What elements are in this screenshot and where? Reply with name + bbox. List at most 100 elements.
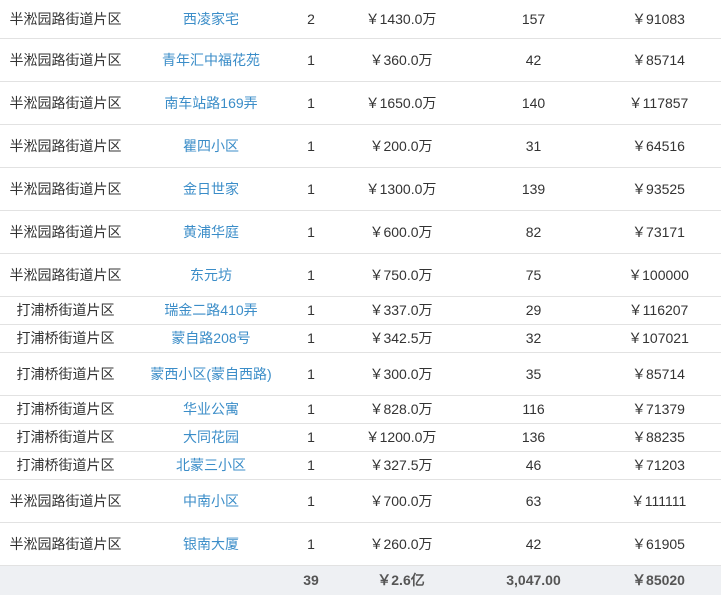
totals-unit-price: ￥85020 [596,565,721,595]
unit-price-cell: ￥107021 [596,324,721,353]
district-cell: 半淞园路街道片区 [0,522,131,566]
community-link[interactable]: 华业公寓 [183,401,239,417]
community-link[interactable]: 西凌家宅 [183,11,239,27]
listing-count-cell: 1 [291,522,331,566]
table-row: 打浦桥街道片区 蒙西小区(蒙自西路) 1 ￥300.0万 35 ￥85714 [0,352,721,396]
table-row: 打浦桥街道片区 蒙自路208号 1 ￥342.5万 32 ￥107021 [0,324,721,353]
community-link[interactable]: 蒙自路208号 [171,330,250,346]
community-name-cell: 黄浦华庭 [131,210,291,254]
unit-price-cell: ￥116207 [596,296,721,325]
community-name-cell: 中南小区 [131,479,291,523]
district-cell: 打浦桥街道片区 [0,296,131,325]
district-cell: 半淞园路街道片区 [0,210,131,254]
district-cell: 打浦桥街道片区 [0,395,131,424]
total-price-cell: ￥1430.0万 [331,0,471,39]
listing-count-cell: 1 [291,296,331,325]
table-row: 打浦桥街道片区 北蒙三小区 1 ￥327.5万 46 ￥71203 [0,451,721,480]
table-row: 打浦桥街道片区 华业公寓 1 ￥828.0万 116 ￥71379 [0,395,721,424]
community-link[interactable]: 金日世家 [183,181,239,197]
community-name-cell: 蒙西小区(蒙自西路) [131,352,291,396]
area-cell: 35 [471,352,596,396]
unit-price-cell: ￥71203 [596,451,721,480]
area-cell: 63 [471,479,596,523]
listing-count-cell: 1 [291,124,331,168]
total-price-cell: ￥360.0万 [331,38,471,82]
table-row: 半淞园路街道片区 东元坊 1 ￥750.0万 75 ￥100000 [0,253,721,297]
table-row: 半淞园路街道片区 西凌家宅 2 ￥1430.0万 157 ￥91083 [0,0,721,39]
district-cell: 半淞园路街道片区 [0,124,131,168]
community-link[interactable]: 南车站路169弄 [164,95,257,111]
community-link[interactable]: 瞿四小区 [183,138,239,154]
area-cell: 136 [471,423,596,452]
table-row: 半淞园路街道片区 银南大厦 1 ￥260.0万 42 ￥61905 [0,522,721,566]
area-cell: 82 [471,210,596,254]
listing-count-cell: 1 [291,324,331,353]
total-price-cell: ￥200.0万 [331,124,471,168]
listing-count-cell: 1 [291,395,331,424]
district-cell: 半淞园路街道片区 [0,167,131,211]
community-name-cell: 银南大厦 [131,522,291,566]
listing-count-cell: 2 [291,0,331,39]
community-name-cell: 青年汇中福花苑 [131,38,291,82]
community-name-cell: 华业公寓 [131,395,291,424]
listing-count-cell: 1 [291,210,331,254]
community-link[interactable]: 银南大厦 [183,536,239,552]
community-name-cell: 西凌家宅 [131,0,291,39]
community-link[interactable]: 黄浦华庭 [183,224,239,240]
unit-price-cell: ￥73171 [596,210,721,254]
listing-table: 半淞园路街道片区 西凌家宅 2 ￥1430.0万 157 ￥91083 半淞园路街道片区 青年… [0,0,721,595]
totals-count: 39 [291,565,331,595]
community-link[interactable]: 中南小区 [183,493,239,509]
total-price-cell: ￥828.0万 [331,395,471,424]
district-cell: 打浦桥街道片区 [0,352,131,396]
table-row: 半淞园路街道片区 中南小区 1 ￥700.0万 63 ￥111111 [0,479,721,523]
community-name-cell: 瑞金二路410弄 [131,296,291,325]
district-cell: 半淞园路街道片区 [0,38,131,82]
unit-price-cell: ￥61905 [596,522,721,566]
totals-name-cell [131,565,291,595]
table-row: 半淞园路街道片区 黄浦华庭 1 ￥600.0万 82 ￥73171 [0,210,721,254]
unit-price-cell: ￥64516 [596,124,721,168]
community-link[interactable]: 东元坊 [190,267,232,283]
area-cell: 46 [471,451,596,480]
total-price-cell: ￥260.0万 [331,522,471,566]
community-name-cell: 瞿四小区 [131,124,291,168]
unit-price-cell: ￥71379 [596,395,721,424]
district-cell: 打浦桥街道片区 [0,423,131,452]
area-cell: 116 [471,395,596,424]
community-name-cell: 金日世家 [131,167,291,211]
table-row: 打浦桥街道片区 瑞金二路410弄 1 ￥337.0万 29 ￥116207 [0,296,721,325]
total-price-cell: ￥700.0万 [331,479,471,523]
total-price-cell: ￥1650.0万 [331,81,471,125]
area-cell: 140 [471,81,596,125]
total-price-cell: ￥300.0万 [331,352,471,396]
total-price-cell: ￥342.5万 [331,324,471,353]
listing-count-cell: 1 [291,167,331,211]
totals-district-cell [0,565,131,595]
total-price-cell: ￥600.0万 [331,210,471,254]
community-name-cell: 北蒙三小区 [131,451,291,480]
total-price-cell: ￥327.5万 [331,451,471,480]
area-cell: 157 [471,0,596,39]
community-link[interactable]: 瑞金二路410弄 [164,302,257,318]
totals-row: 39 ￥2.6亿 3,047.00 ￥85020 [0,565,721,595]
unit-price-cell: ￥88235 [596,423,721,452]
community-link[interactable]: 大同花园 [183,429,239,445]
total-price-cell: ￥1300.0万 [331,167,471,211]
total-price-cell: ￥1200.0万 [331,423,471,452]
unit-price-cell: ￥85714 [596,352,721,396]
community-link[interactable]: 蒙西小区(蒙自西路) [150,366,271,382]
table-body: 半淞园路街道片区 西凌家宅 2 ￥1430.0万 157 ￥91083 半淞园路街道片区 青年… [0,0,721,566]
community-link[interactable]: 北蒙三小区 [176,457,246,473]
district-cell: 半淞园路街道片区 [0,0,131,39]
unit-price-cell: ￥91083 [596,0,721,39]
area-cell: 29 [471,296,596,325]
listing-count-cell: 1 [291,451,331,480]
area-cell: 42 [471,38,596,82]
unit-price-cell: ￥85714 [596,38,721,82]
community-link[interactable]: 青年汇中福花苑 [162,52,260,68]
area-cell: 42 [471,522,596,566]
table-row: 半淞园路街道片区 金日世家 1 ￥1300.0万 139 ￥93525 [0,167,721,211]
unit-price-cell: ￥117857 [596,81,721,125]
community-name-cell: 东元坊 [131,253,291,297]
